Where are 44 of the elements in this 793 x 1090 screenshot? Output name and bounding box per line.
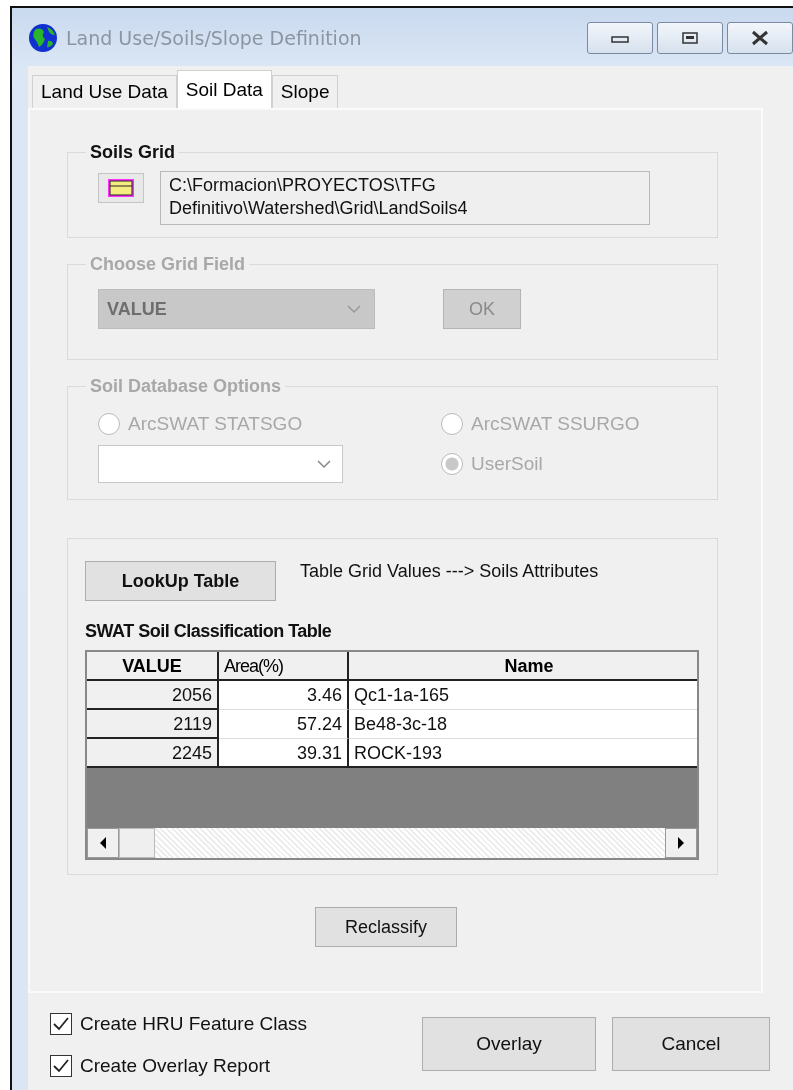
group-title: Soil Database Options <box>89 376 283 397</box>
globe-icon <box>28 23 58 53</box>
checkbox-option[interactable]: Create HRU Feature Class <box>50 1013 406 1035</box>
reclassify-button[interactable]: Reclassify <box>315 907 457 947</box>
group-title: Choose Grid Field <box>89 254 246 275</box>
table-cell: 57.24 <box>219 710 349 739</box>
maximize-button[interactable] <box>657 22 723 54</box>
horizontal-scrollbar[interactable] <box>87 828 697 858</box>
tab[interactable]: Land Use Data <box>32 75 177 108</box>
column-header[interactable]: VALUE <box>87 652 219 681</box>
table-cell: 2245 <box>87 739 219 768</box>
window-title: Land Use/Soils/Slope Definition <box>66 27 363 49</box>
table-cell: 2119 <box>87 710 219 739</box>
tab[interactable]: Slope <box>271 75 339 108</box>
table-cell: 2056 <box>87 681 219 710</box>
column-header[interactable]: Name <box>349 652 697 681</box>
dialog-button[interactable]: Overlay <box>422 1017 596 1071</box>
dialog-button[interactable]: Cancel <box>612 1017 770 1071</box>
checkbox-option[interactable]: Create Overlay Report <box>50 1055 406 1077</box>
minimize-button[interactable] <box>587 22 653 54</box>
table-cell: Be48-3c-18 <box>349 710 697 739</box>
group-title: Soils Grid <box>89 142 177 163</box>
path-field: C:\Formacion\PROYECTOS\TFG Definitivo\Watershed\Grid\LandSoils4 <box>160 171 650 225</box>
checkbox[interactable] <box>50 1055 72 1077</box>
check-icon <box>52 1016 70 1032</box>
chevron-icon <box>346 304 362 314</box>
scroll-thumb[interactable] <box>119 828 155 858</box>
table-cell: 3.46 <box>219 681 349 710</box>
table-cell: Qc1-1a-165 <box>349 681 697 710</box>
scroll-right-icon[interactable] <box>665 828 697 858</box>
lookup-table-button[interactable]: LookUp Table <box>85 561 276 601</box>
folder-icon <box>108 179 134 197</box>
lookup-note: Table Grid Values ---> Soils Attributes <box>300 561 599 582</box>
maximize-icon <box>680 31 700 45</box>
scroll-left-icon[interactable] <box>87 828 119 858</box>
minimize-icon <box>610 33 630 43</box>
checkbox[interactable] <box>50 1013 72 1035</box>
tab[interactable]: Soil Data <box>176 70 272 108</box>
check-icon <box>52 1058 70 1074</box>
column-header[interactable]: Area(%) <box>219 652 349 681</box>
close-button[interactable] <box>727 22 793 54</box>
table-title: SWAT Soil Classification Table <box>85 621 333 642</box>
chevron-icon <box>316 459 332 469</box>
browse-button[interactable] <box>98 173 144 203</box>
